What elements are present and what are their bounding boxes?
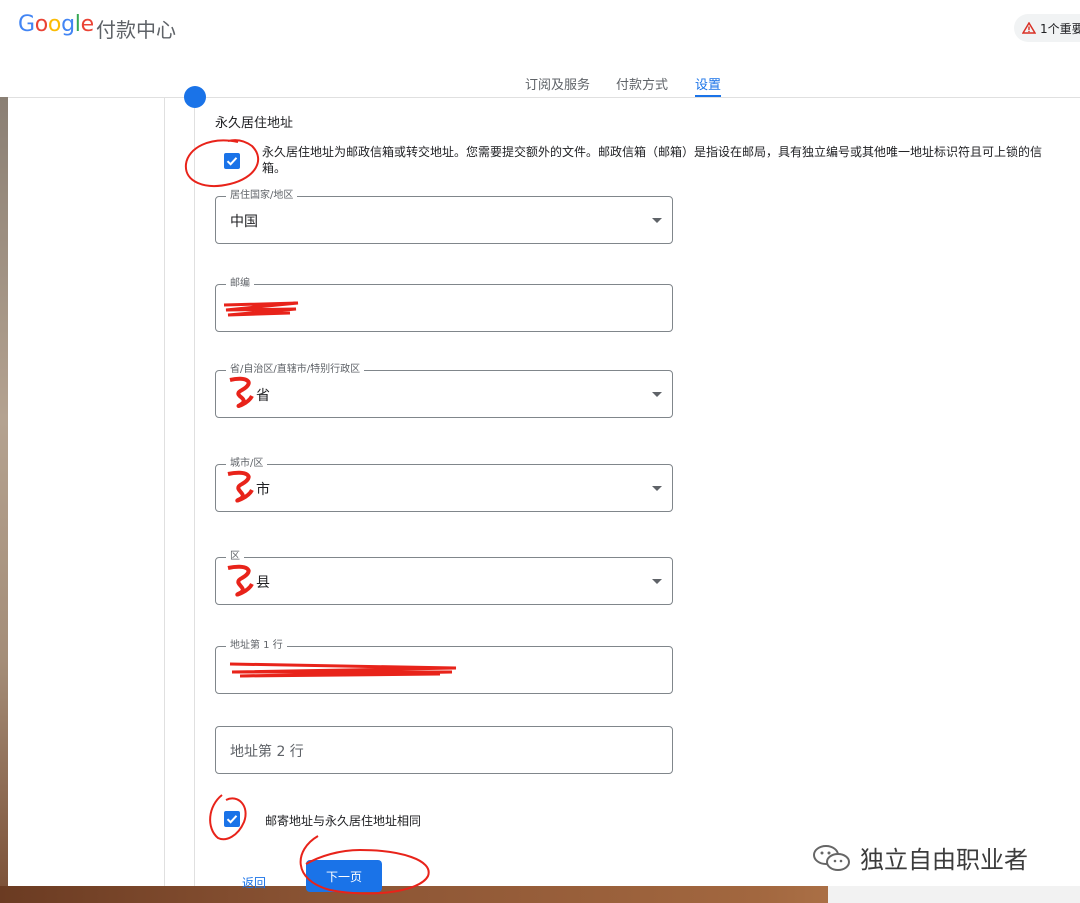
wechat-icon [813, 844, 850, 871]
city-label: 城市/区 [226, 457, 268, 471]
payments-center-window: Google 付款中心 1个重要 订阅及服务 付款方式 设置 永久居住地址 永久… [8, 0, 1080, 892]
important-alert[interactable]: 1个重要 [1014, 14, 1080, 42]
district-value: 县 [256, 575, 270, 591]
dropdown-arrow-icon [652, 486, 662, 491]
province-label: 省/自治区/直辖市/特别行政区 [226, 363, 365, 377]
tab-bar: 订阅及服务 付款方式 设置 [8, 74, 1080, 97]
product-name: 付款中心 [96, 18, 176, 42]
step-indicator [184, 86, 206, 108]
content-divider [164, 98, 165, 886]
check-icon [226, 815, 238, 824]
dropdown-arrow-icon [652, 392, 662, 397]
mailing-same-label: 邮寄地址与永久居住地址相同 [265, 814, 422, 828]
watermark-text: 独立自由职业者 [860, 846, 1028, 874]
top-bar: Google 付款中心 1个重要 订阅及服务 付款方式 设置 [8, 0, 1080, 98]
permanent-address-checkbox[interactable] [224, 153, 240, 169]
check-icon [226, 157, 238, 166]
step-connector [194, 108, 195, 886]
country-value: 中国 [230, 214, 258, 230]
warning-icon [1022, 22, 1036, 34]
tab-subscriptions[interactable]: 订阅及服务 [525, 74, 590, 93]
district-select[interactable]: 区 县 [215, 550, 673, 605]
dropdown-arrow-icon [652, 218, 662, 223]
tab-payment-methods[interactable]: 付款方式 [616, 74, 668, 93]
back-button[interactable]: 返回 [234, 868, 274, 897]
address-line2-input[interactable]: 地址第 2 行 [215, 726, 673, 774]
address2-placeholder: 地址第 2 行 [230, 744, 304, 760]
district-label: 区 [226, 550, 244, 564]
address1-label: 地址第 1 行 [226, 639, 287, 653]
po-box-notice: 永久居住地址为邮政信箱或转交地址。您需要提交额外的文件。邮政信箱（邮箱）是指设在… [262, 145, 1043, 175]
settings-content: 永久居住地址 永久居住地址为邮政信箱或转交地址。您需要提交额外的文件。邮政信箱（… [8, 86, 1080, 892]
next-button[interactable]: 下一页 [306, 860, 382, 892]
address-line1-input[interactable]: 地址第 1 行 [215, 639, 673, 694]
country-select[interactable]: 居住国家/地区 中国 [215, 189, 673, 244]
section-title: 永久居住地址 [215, 116, 294, 131]
google-logo[interactable]: Google [18, 12, 94, 37]
background-left [0, 97, 8, 903]
tab-settings[interactable]: 设置 [695, 74, 722, 97]
postal-label: 邮编 [226, 277, 254, 291]
province-value: 省 [256, 388, 270, 404]
mailing-same-checkbox[interactable] [224, 811, 240, 827]
country-label: 居住国家/地区 [226, 189, 298, 203]
province-select[interactable]: 省/自治区/直辖市/特别行政区 省 [215, 363, 673, 418]
dropdown-arrow-icon [652, 579, 662, 584]
alert-text: 1个重要 [1040, 21, 1080, 36]
wechat-watermark: 独立自由职业者 [812, 840, 1028, 875]
city-value: 市 [256, 482, 270, 498]
postal-code-input[interactable]: 邮编 [215, 277, 673, 332]
city-select[interactable]: 城市/区 市 [215, 457, 673, 512]
